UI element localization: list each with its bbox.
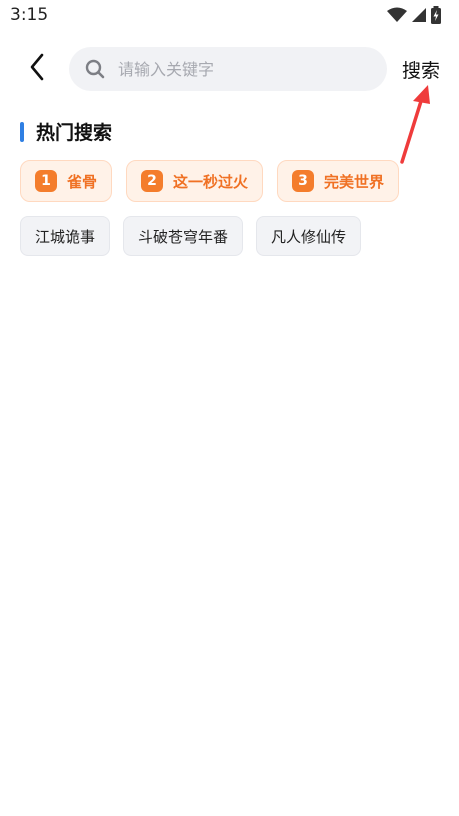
hot-search-chip[interactable]: 2 这一秒过火 (126, 160, 264, 202)
hot-search-label: 雀骨 (67, 172, 98, 191)
hot-search-chip[interactable]: 3 完美世界 (277, 160, 400, 202)
hot-search-label: 完美世界 (324, 172, 385, 191)
search-input[interactable] (116, 58, 370, 80)
search-tag-chip[interactable]: 斗破苍穹年番 (123, 216, 244, 256)
wifi-icon (387, 7, 407, 27)
signal-icon (411, 7, 427, 27)
rank-badge: 2 (141, 170, 164, 192)
rank-badge: 3 (292, 170, 315, 192)
search-box[interactable] (69, 47, 387, 91)
section-title: 热门搜索 (36, 122, 113, 144)
status-icons (387, 6, 441, 28)
search-tag-label: 斗破苍穹年番 (138, 227, 229, 246)
hot-search-chip[interactable]: 1 雀骨 (20, 160, 113, 202)
search-tag-chip[interactable]: 凡人修仙传 (256, 216, 362, 256)
search-tag-chip[interactable]: 江城诡事 (20, 216, 111, 256)
search-tag-label: 凡人修仙传 (271, 227, 347, 246)
status-time: 3:15 (10, 5, 49, 25)
hot-ranked-list: 1 雀骨 2 这一秒过火 3 完美世界 (20, 160, 400, 202)
search-header: 搜索 (0, 44, 459, 94)
annotation-arrow (395, 82, 435, 170)
search-button[interactable]: 搜索 (402, 56, 440, 83)
search-tag-label: 江城诡事 (35, 227, 96, 246)
chevron-left-icon (29, 53, 45, 85)
rank-badge: 1 (35, 170, 57, 192)
hot-search-label: 这一秒过火 (173, 172, 249, 191)
title-accent-bar (20, 121, 24, 142)
battery-charging-icon (431, 6, 441, 28)
back-button[interactable] (22, 52, 52, 86)
hot-search-heading: 热门搜索 (20, 118, 112, 145)
search-icon (84, 58, 106, 80)
hot-other-list: 江城诡事 斗破苍穹年番 凡人修仙传 (20, 216, 362, 256)
status-bar: 3:15 (0, 0, 459, 32)
